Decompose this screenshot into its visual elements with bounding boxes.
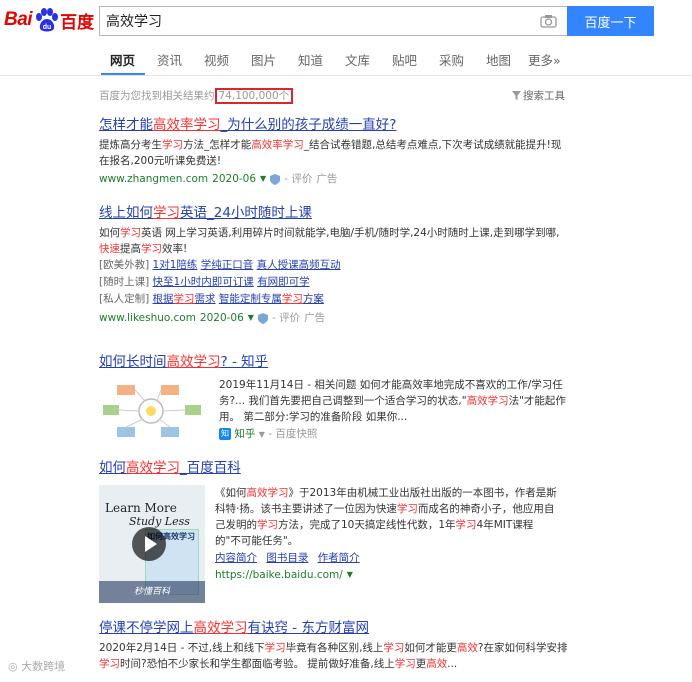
search-result: 线上如何学习英语_24小时随时上课 如何学习英语 网上学习英语,利用碎片时间就能… bbox=[99, 204, 569, 326]
sitelink-row: [随时上课] 快至1小时内即可订课 有网即可学 bbox=[99, 276, 310, 288]
result-rating[interactable]: - 评价 bbox=[272, 310, 300, 326]
sitelink[interactable]: 真人授课高频互动 bbox=[257, 259, 341, 271]
result-date: 2020-06 bbox=[212, 173, 257, 185]
logo-text-cn: 百度 bbox=[60, 12, 95, 33]
sitelink[interactable]: 快至1小时内即可订课 bbox=[153, 276, 254, 288]
search-result: 停课不停学网上高效学习有诀窍 - 东方财富网 2020年2月14日 - 不过,线… bbox=[99, 619, 569, 672]
sitelink[interactable]: 智能定制专属学习方案 bbox=[219, 293, 324, 305]
tab-wenku[interactable]: 文库 bbox=[345, 50, 370, 69]
search-result: 如何长时间高效学习? - 知乎 2019年11月14日 - 相关问题 如何才能高… bbox=[99, 353, 569, 447]
result-meta: www.likeshuo.com 2020-06 ▼ - 评价 广告 bbox=[99, 310, 569, 326]
result-date: 2020-06 bbox=[199, 312, 244, 324]
snapshot-link[interactable]: - 百度快照 bbox=[268, 428, 317, 440]
baike-links: 内容简介 图书目录 作者简介 bbox=[215, 550, 557, 567]
sitelink[interactable]: 有网即可学 bbox=[257, 276, 310, 288]
tab-news[interactable]: 资讯 bbox=[157, 50, 182, 69]
result-snippet: 2019年11月14日 - 相关问题 如何才能高效率地完成不喜欢的工作/学习任务… bbox=[219, 379, 566, 440]
baike-link-toc[interactable]: 图书目录 bbox=[266, 552, 308, 564]
search-box bbox=[99, 6, 567, 36]
search-tools-label: 搜索工具 bbox=[523, 90, 565, 102]
result-title[interactable]: 怎样才能高效率学习_为什么别的孩子成绩一直好? bbox=[99, 116, 569, 134]
stats-count: 74,100,000个 bbox=[214, 88, 294, 104]
result-snippet: 如何学习英语 网上学习英语,利用碎片时间就能学,电脑/手机/随时学,24小时随时… bbox=[99, 227, 560, 255]
search-button[interactable]: 百度一下 bbox=[567, 6, 654, 36]
watermark: ◎ 大数跨境 bbox=[8, 658, 65, 674]
tab-map[interactable]: 地图 bbox=[486, 50, 511, 69]
result-title[interactable]: 如何高效学习_百度百科 bbox=[99, 459, 569, 477]
result-title[interactable]: 线上如何学习英语_24小时随时上课 bbox=[99, 204, 569, 222]
book-title-line2: Study Less bbox=[129, 515, 190, 528]
active-tab-underline bbox=[101, 73, 145, 75]
search-tabs: 网页 资讯 视频 图片 知道 文库 贴吧 采购 地图 更多» bbox=[0, 44, 692, 76]
result-meta: www.zhangmen.com 2020-06 ▼ - 评价 广告 bbox=[99, 171, 569, 187]
chevron-down-icon[interactable]: ▼ bbox=[259, 430, 265, 439]
logo-text-bai: Bai bbox=[4, 9, 33, 30]
sitelink[interactable]: 1对1陪练 bbox=[153, 259, 198, 271]
ad-label: 广告 bbox=[316, 173, 338, 185]
paw-icon: du bbox=[36, 8, 59, 32]
tab-purchase[interactable]: 采购 bbox=[439, 50, 464, 69]
baike-link-author[interactable]: 作者简介 bbox=[318, 552, 360, 564]
result-url[interactable]: www.likeshuo.com bbox=[99, 310, 196, 326]
result-source[interactable]: 知乎 bbox=[234, 428, 255, 440]
search-result: 如何高效学习_百度百科 Learn More Study Less 如何高效学习… bbox=[99, 459, 569, 603]
video-banner: 秒懂百科 bbox=[99, 581, 205, 603]
search-input[interactable] bbox=[100, 7, 520, 35]
result-stats: 百度为您找到相关结果约 74,100,000个 bbox=[99, 88, 294, 104]
camera-icon[interactable] bbox=[540, 14, 557, 28]
result-url[interactable]: www.zhangmen.com bbox=[99, 171, 208, 187]
result-snippet: 《如何高效学习》于2013年由机械工业出版社出版的一本图书，作者是斯科特·扬。该… bbox=[215, 487, 557, 583]
baidu-logo[interactable]: Bai du 百度 bbox=[4, 6, 94, 34]
tab-more[interactable]: 更多» bbox=[528, 50, 561, 69]
tab-video[interactable]: 视频 bbox=[204, 50, 229, 69]
play-icon[interactable] bbox=[132, 527, 166, 561]
search-result: 怎样才能高效率学习_为什么别的孩子成绩一直好? 提炼高分考生学习方法_怎样才能高… bbox=[99, 116, 569, 187]
svg-text:du: du bbox=[43, 24, 52, 31]
book-title-line1: Learn More bbox=[105, 501, 177, 515]
search-tools[interactable]: 搜索工具 bbox=[512, 88, 565, 103]
result-body: Learn More Study Less 如何高效学习 秒懂百科 《如何高效学… bbox=[99, 485, 569, 603]
result-thumbnail[interactable] bbox=[99, 377, 209, 447]
chevron-down-icon[interactable]: ▼ bbox=[260, 171, 266, 187]
shield-icon bbox=[270, 173, 281, 185]
chevron-down-icon[interactable]: ▼ bbox=[347, 567, 353, 583]
sitelink[interactable]: 根据学习需求 bbox=[153, 293, 216, 305]
chevron-down-icon[interactable]: ▼ bbox=[248, 310, 254, 326]
sitelink[interactable]: 学纯正口音 bbox=[201, 259, 254, 271]
tab-tieba[interactable]: 贴吧 bbox=[392, 50, 417, 69]
result-title[interactable]: 停课不停学网上高效学习有诀窍 - 东方财富网 bbox=[99, 619, 569, 637]
result-snippet: 提炼高分考生学习方法_怎样才能高效率学习_结合试卷错题,总结考点难点,下次考试成… bbox=[99, 139, 562, 167]
baike-link-summary[interactable]: 内容简介 bbox=[215, 552, 257, 564]
book-video-thumbnail[interactable]: Learn More Study Less 如何高效学习 秒懂百科 bbox=[99, 485, 205, 603]
stats-prefix: 百度为您找到相关结果约 bbox=[99, 90, 215, 102]
sitelink-row: [欧美外教] 1对1陪练 学纯正口音 真人授课高频互动 bbox=[99, 259, 341, 271]
tab-web[interactable]: 网页 bbox=[110, 50, 135, 69]
result-title[interactable]: 如何长时间高效学习? - 知乎 bbox=[99, 353, 569, 371]
watermark-text: 大数跨境 bbox=[21, 660, 66, 673]
sitelink-row: [私人定制] 根据学习需求 智能定制专属学习方案 bbox=[99, 293, 324, 305]
result-snippet: 2020年2月14日 - 不过,线上和线下学习毕竟有各种区别,线上学习如何才能更… bbox=[99, 642, 568, 670]
result-url[interactable]: https://baike.baidu.com/ bbox=[215, 567, 343, 583]
tab-images[interactable]: 图片 bbox=[251, 50, 276, 69]
tab-zhidao[interactable]: 知道 bbox=[298, 50, 323, 69]
result-rating[interactable]: - 评价 bbox=[284, 171, 312, 187]
result-body: 2019年11月14日 - 相关问题 如何才能高效率地完成不喜欢的工作/学习任务… bbox=[99, 377, 569, 447]
watermark-icon: ◎ bbox=[8, 660, 18, 673]
zhihu-icon: 知 bbox=[219, 428, 231, 440]
ad-label: 广告 bbox=[304, 312, 326, 324]
shield-icon bbox=[257, 312, 268, 324]
funnel-icon bbox=[512, 91, 521, 100]
header: Bai du 百度 百度一下 bbox=[0, 0, 692, 44]
result-meta: https://baike.baidu.com/ ▼ bbox=[215, 567, 557, 583]
